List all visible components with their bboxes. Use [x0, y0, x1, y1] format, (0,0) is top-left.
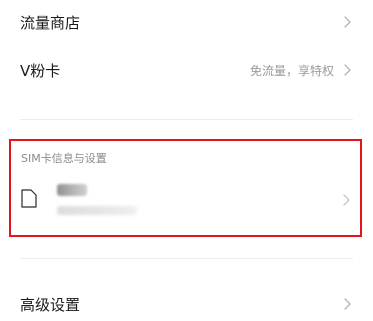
settings-screen: 流量商店 V粉卡 免流量，享特权 SIM卡信息与设置 高级设置	[0, 0, 373, 321]
traffic-store-label: 流量商店	[20, 13, 81, 32]
sim-card-icon	[21, 189, 37, 208]
sim-number-redacted	[57, 206, 137, 215]
advanced-settings-label: 高级设置	[20, 295, 81, 314]
section-divider	[20, 119, 353, 120]
advanced-settings-row[interactable]: 高级设置	[0, 286, 373, 321]
v-card-row[interactable]: V粉卡 免流量，享特权	[0, 52, 373, 88]
chevron-right-icon	[344, 16, 351, 28]
sim-carrier-name-redacted	[57, 184, 87, 196]
sim-section-header: SIM卡信息与设置	[21, 152, 107, 165]
v-card-label: V粉卡	[20, 61, 61, 80]
section-divider	[20, 258, 353, 259]
traffic-store-row[interactable]: 流量商店	[0, 4, 373, 40]
chevron-right-icon	[343, 194, 350, 206]
chevron-right-icon	[344, 64, 351, 76]
sim-card-section[interactable]: SIM卡信息与设置	[9, 139, 362, 237]
v-card-value: 免流量，享特权	[249, 63, 334, 78]
chevron-right-icon	[344, 298, 351, 310]
